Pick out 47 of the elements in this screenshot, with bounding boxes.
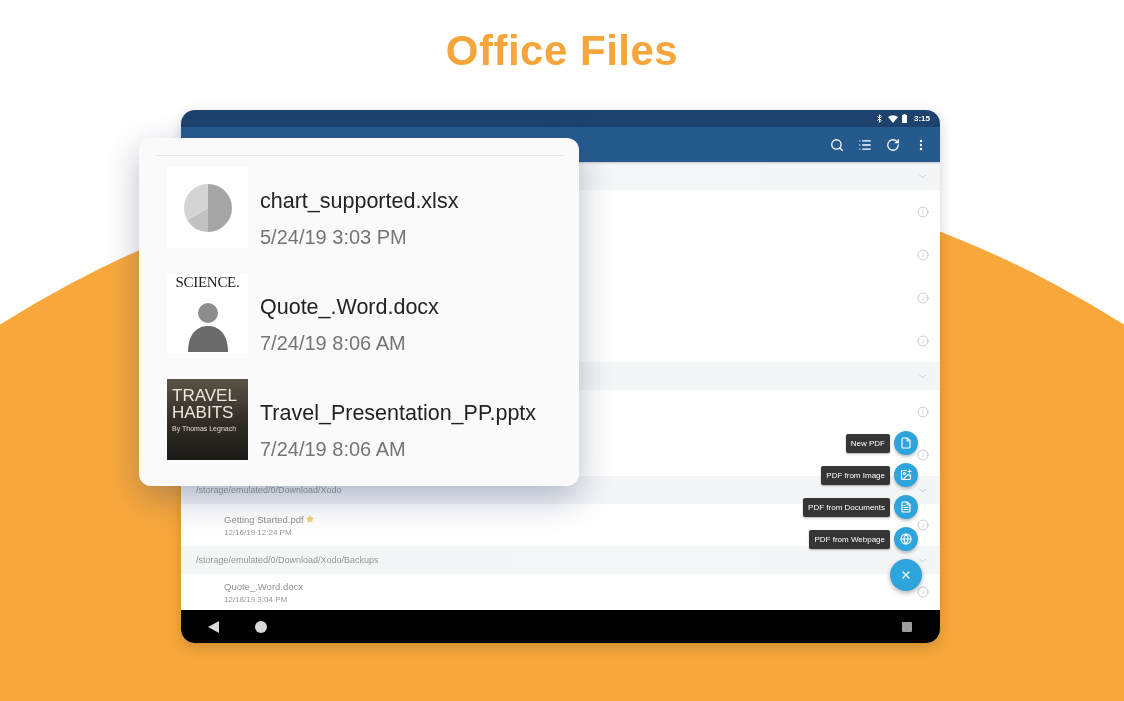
info-icon[interactable] (917, 291, 929, 304)
file-name[interactable]: Quote_.Word.docx (260, 294, 439, 320)
file-date: 12/16/19 12:24 PM (224, 527, 293, 537)
file-date: 7/24/19 8:06 AM (260, 437, 407, 461)
file-name[interactable]: Travel_Presentation_PP.pptx (260, 400, 537, 426)
file-name[interactable]: chart_supported.xlsx (260, 188, 459, 214)
info-icon[interactable] (917, 519, 929, 531)
status-time: 3:15 (914, 114, 930, 123)
fab-action-button[interactable] (894, 431, 918, 455)
folder-path: /storage/emulated/0/Download/Xodo/Backups (196, 555, 379, 565)
file-icon (900, 437, 912, 449)
file-text-icon (900, 501, 912, 513)
search-icon[interactable] (830, 137, 844, 152)
file-date: 7/24/19 8:06 AM (260, 331, 407, 355)
file-name: Quote_.Word.docx (224, 580, 304, 592)
fab-action-label[interactable]: PDF from Image (821, 465, 890, 485)
fab-action-button[interactable] (894, 527, 918, 551)
globe-icon (900, 533, 912, 545)
page-title: Office Files (445, 27, 679, 75)
fab-action-label[interactable]: PDF from Webpage (809, 529, 890, 549)
file-date: 12/18/19 3:04 PM (224, 594, 289, 604)
info-icon[interactable] (917, 205, 929, 218)
folder-path: /storage/emulated/0/Download/Xodo (196, 485, 342, 495)
info-icon[interactable] (917, 448, 929, 461)
file-name: Getting Started.pdf (224, 513, 304, 525)
slide-title: TRAVEL HABITS (172, 387, 238, 421)
image-plus-icon (900, 469, 912, 481)
person-silhouette-icon (185, 300, 230, 352)
info-icon[interactable] (917, 248, 929, 261)
recents-icon[interactable] (902, 621, 912, 632)
fab-action-button[interactable] (894, 463, 918, 487)
back-icon[interactable] (208, 620, 219, 633)
info-icon[interactable] (917, 586, 929, 598)
info-icon[interactable] (917, 405, 929, 418)
fab-button[interactable] (890, 559, 922, 591)
bluetooth-icon (875, 114, 884, 123)
refresh-icon[interactable] (886, 137, 900, 152)
info-icon[interactable] (917, 334, 929, 347)
file-date: 5/24/19 3:03 PM (260, 225, 408, 249)
battery-icon (902, 114, 907, 123)
fab-action-label[interactable]: New PDF (845, 433, 890, 453)
document-heading: SCIENCE. (175, 274, 240, 290)
list-icon[interactable] (858, 137, 872, 152)
fab-action-button[interactable] (894, 495, 918, 519)
close-icon (900, 569, 912, 581)
home-icon[interactable] (255, 620, 267, 633)
wifi-icon (888, 114, 898, 123)
